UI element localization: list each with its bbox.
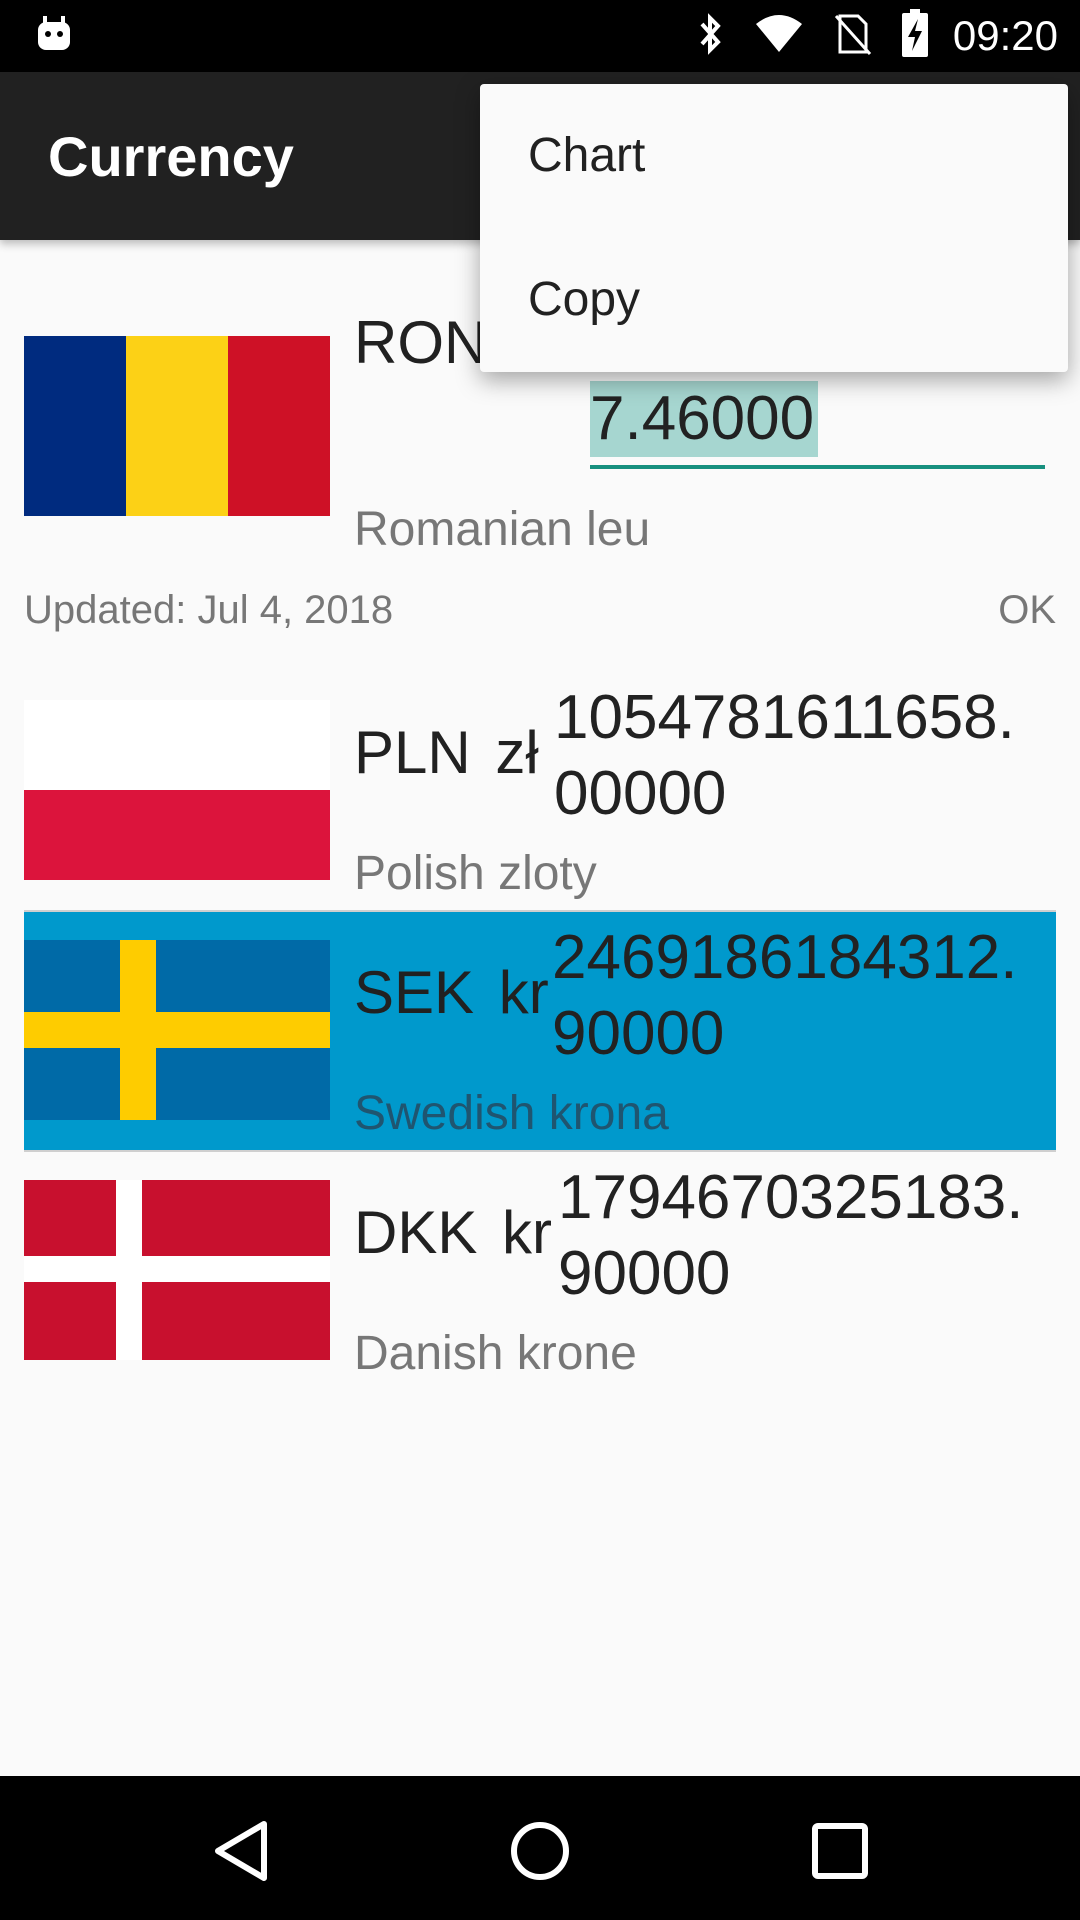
- value-line-1: 1794670325183.: [558, 1163, 1024, 1232]
- poland-flag-icon: [24, 700, 330, 880]
- currency-symbol: kr: [502, 1199, 553, 1266]
- currency-symbol: kr: [498, 959, 549, 1026]
- navigation-bar: [0, 1776, 1080, 1920]
- home-icon[interactable]: [505, 1816, 575, 1886]
- value-line-2: 90000: [552, 999, 725, 1068]
- value-line-2: 00000: [554, 759, 727, 828]
- status-bar: 09:20: [0, 0, 1080, 72]
- android-debug-icon: [34, 14, 74, 54]
- value-line-2: 90000: [558, 1239, 731, 1308]
- currency-code-dkk: DKK kr: [354, 1198, 552, 1267]
- no-sim-icon: [832, 12, 872, 61]
- currency-value-sek[interactable]: 2469186184312. 90000: [552, 920, 1062, 1072]
- overflow-menu: Chart Copy: [480, 84, 1068, 372]
- currency-name: Danish krone: [354, 1327, 637, 1380]
- currency-symbol: zł: [495, 719, 539, 786]
- currency-name: Romanian leu: [354, 503, 651, 556]
- value-line-1: 2469186184312.: [552, 923, 1018, 992]
- currency-value-dkk[interactable]: 1794670325183. 90000: [558, 1160, 1068, 1312]
- currency-code: DKK: [354, 1199, 478, 1266]
- wifi-icon: [754, 12, 804, 61]
- currency-name: Swedish krona: [354, 1087, 669, 1140]
- status-time: 09:20: [952, 12, 1058, 59]
- currency-code-sek: SEK kr: [354, 958, 549, 1027]
- denmark-flag-icon: [24, 1180, 330, 1360]
- currency-list: RON 7.46000 Romanian leu Updated: Jul 4,…: [0, 240, 1080, 1776]
- back-icon[interactable]: [206, 1816, 276, 1886]
- amount-input-text[interactable]: 7.46000: [590, 381, 819, 457]
- bluetooth-icon: [696, 12, 726, 61]
- updated-date: Updated: Jul 4, 2018: [24, 588, 394, 632]
- sweden-flag-icon: [24, 940, 330, 1120]
- currency-code: RON: [354, 309, 488, 376]
- currency-code: SEK: [354, 959, 475, 1026]
- value-line-1: 1054781611658.: [554, 683, 1015, 752]
- menu-item-copy[interactable]: Copy: [528, 272, 640, 327]
- recents-icon[interactable]: [805, 1816, 875, 1886]
- menu-item-chart[interactable]: Chart: [528, 128, 645, 183]
- battery-charging-icon: [900, 8, 930, 64]
- currency-name: Polish zloty: [354, 847, 597, 900]
- currency-code-pln: PLN zł: [354, 718, 539, 787]
- update-status: OK: [998, 588, 1056, 632]
- romania-flag-icon: [24, 336, 330, 516]
- page-title: Currency: [48, 125, 294, 188]
- amount-input[interactable]: 7.46000: [590, 375, 1045, 469]
- currency-code: PLN: [354, 719, 471, 786]
- currency-value-pln[interactable]: 1054781611658. 00000: [554, 680, 1064, 832]
